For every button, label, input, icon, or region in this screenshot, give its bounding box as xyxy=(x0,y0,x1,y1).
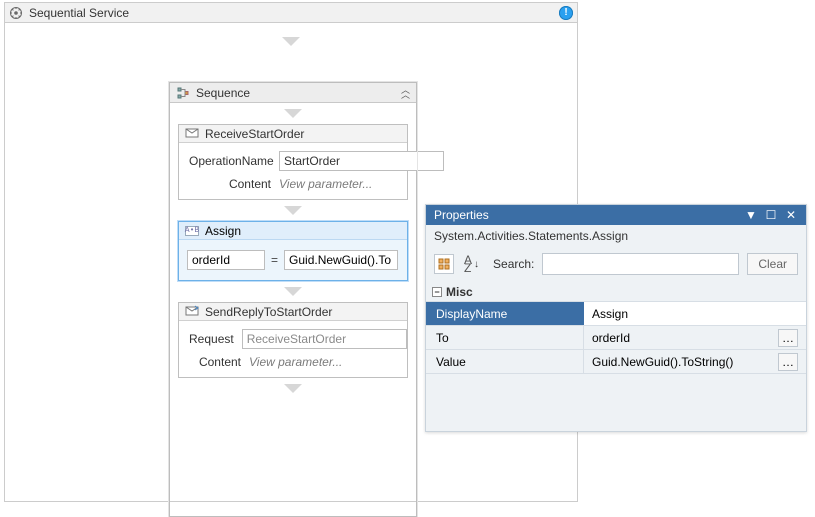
property-value[interactable]: orderId xyxy=(592,331,630,345)
property-value[interactable]: Guid.NewGuid().ToString() xyxy=(592,355,733,369)
envelope-out-icon xyxy=(185,305,199,319)
validation-badge-icon[interactable]: ! xyxy=(559,6,573,20)
properties-empty-area xyxy=(426,373,806,423)
collapse-icon[interactable]: ︿︿ xyxy=(401,88,410,97)
pin-icon[interactable]: ▼ xyxy=(744,209,758,222)
sequence-activity[interactable]: Sequence ︿︿ ReceiveStartOrder OperationN… xyxy=(169,82,417,517)
sendreply-title: SendReplyToStartOrder xyxy=(205,305,332,319)
group-label: Misc xyxy=(446,285,473,299)
view-parameter-link[interactable]: View parameter... xyxy=(279,177,372,191)
property-value[interactable]: Assign xyxy=(592,307,628,321)
content-label: Content xyxy=(189,177,279,191)
properties-type: System.Activities.Statements.Assign xyxy=(426,225,806,249)
assign-icon: A•B xyxy=(185,226,199,236)
property-name: To xyxy=(426,326,584,349)
search-label: Search: xyxy=(493,257,534,271)
property-row-displayname[interactable]: DisplayName Assign xyxy=(426,301,806,325)
categorized-button[interactable] xyxy=(434,254,454,274)
properties-title: Properties xyxy=(434,208,738,222)
service-icon xyxy=(9,6,23,20)
drop-connector[interactable] xyxy=(170,103,416,124)
assign-to-input[interactable] xyxy=(187,250,265,270)
drop-connector[interactable] xyxy=(170,281,416,302)
operationname-input[interactable] xyxy=(279,151,444,171)
receive-title: ReceiveStartOrder xyxy=(205,127,304,141)
property-name: DisplayName xyxy=(426,302,584,325)
sequence-title: Sequence xyxy=(196,86,250,100)
assign-header[interactable]: A•B Assign xyxy=(179,222,407,240)
search-input[interactable] xyxy=(542,253,739,275)
ellipsis-button[interactable]: … xyxy=(778,329,798,347)
drop-connector[interactable] xyxy=(170,378,416,399)
clear-button[interactable]: Clear xyxy=(747,253,798,275)
envelope-icon xyxy=(185,127,199,141)
assign-value-input[interactable] xyxy=(284,250,398,270)
sequential-service-header[interactable]: Sequential Service ! xyxy=(5,3,577,23)
maximize-icon[interactable]: ☐ xyxy=(764,209,778,222)
operationname-label: OperationName xyxy=(189,154,279,168)
properties-grid: − Misc DisplayName Assign To orderId … V… xyxy=(426,283,806,423)
property-row-to[interactable]: To orderId … xyxy=(426,325,806,349)
receive-header[interactable]: ReceiveStartOrder xyxy=(179,125,407,143)
property-name: Value xyxy=(426,350,584,373)
sequence-header[interactable]: Sequence ︿︿ xyxy=(170,83,416,103)
properties-pane: Properties ▼ ☐ ✕ System.Activities.State… xyxy=(425,204,807,432)
close-icon[interactable]: ✕ xyxy=(784,209,798,222)
drop-connector[interactable] xyxy=(170,200,416,221)
alphabetical-sort-button[interactable]: AZ↓ xyxy=(462,254,481,274)
property-row-value[interactable]: Value Guid.NewGuid().ToString() … xyxy=(426,349,806,373)
group-misc[interactable]: − Misc xyxy=(426,283,806,301)
view-parameter-link[interactable]: View parameter... xyxy=(249,355,342,369)
request-label: Request xyxy=(189,332,242,346)
assign-equals: = xyxy=(271,253,278,267)
content-label: Content xyxy=(189,355,249,369)
sendreply-activity[interactable]: SendReplyToStartOrder Request Content Vi… xyxy=(178,302,408,378)
sequential-service-title: Sequential Service xyxy=(29,6,129,20)
assign-title: Assign xyxy=(205,224,241,238)
drop-connector-top[interactable] xyxy=(5,23,577,52)
sequence-icon xyxy=(176,86,190,100)
properties-titlebar[interactable]: Properties ▼ ☐ ✕ xyxy=(426,205,806,225)
ellipsis-button[interactable]: … xyxy=(778,353,798,371)
group-toggle-icon[interactable]: − xyxy=(432,287,442,297)
sendreply-header[interactable]: SendReplyToStartOrder xyxy=(179,303,407,321)
assign-activity[interactable]: A•B Assign = xyxy=(178,221,408,281)
request-input[interactable] xyxy=(242,329,407,349)
receive-activity[interactable]: ReceiveStartOrder OperationName Content … xyxy=(178,124,408,200)
